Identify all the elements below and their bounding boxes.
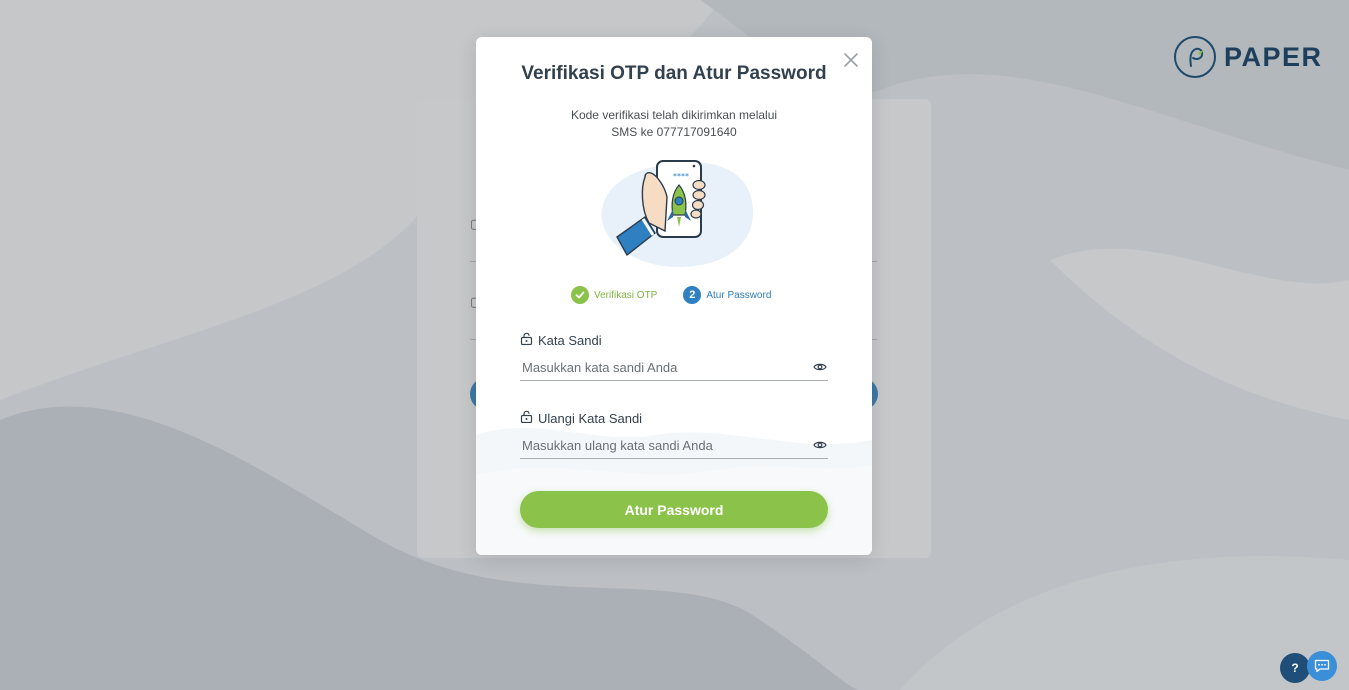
modal-title: Verifikasi OTP dan Atur Password — [521, 63, 827, 84]
step-number-badge: 2 — [683, 286, 702, 304]
confirm-password-field-group: Ulangi Kata Sandi — [520, 410, 828, 459]
password-input[interactable] — [520, 359, 812, 375]
confirm-password-input-row — [520, 432, 828, 459]
chat-icon[interactable] — [1307, 651, 1337, 681]
atur-password-button[interactable]: Atur Password — [520, 491, 828, 528]
step-verifikasi-otp: Verifikasi OTP — [571, 286, 657, 304]
paper-logo-icon — [1174, 36, 1216, 78]
description-line-1: Kode verifikasi telah dikirimkan melalui — [570, 108, 778, 122]
svg-text:****: **** — [673, 172, 689, 181]
lock-icon — [520, 332, 533, 348]
modal-description: Kode verifikasi telah dikirimkan melalui… — [516, 107, 832, 141]
step-1-label: Verifikasi OTP — [594, 289, 658, 301]
eye-icon[interactable] — [812, 437, 828, 453]
step-atur-password: 2 Atur Password — [683, 286, 771, 304]
progress-stepper: Verifikasi OTP 2 Atur Password — [571, 286, 771, 304]
eye-icon[interactable] — [812, 359, 828, 375]
password-label: Kata Sandi — [520, 332, 828, 348]
page: PAPER ▢ ▢ Verifikasi OTP dan Atur Passwo… — [0, 0, 1349, 690]
step-2-label: Atur Password — [706, 289, 772, 301]
password-field-group: Kata Sandi — [520, 332, 828, 381]
brand-logo: PAPER — [1174, 36, 1323, 78]
help-button[interactable]: ? — [1280, 653, 1310, 683]
description-line-2: SMS ke 077717091640 — [611, 125, 737, 139]
confirm-password-input[interactable] — [520, 437, 812, 453]
password-input-row — [520, 354, 828, 381]
brand-name: PAPER — [1224, 41, 1323, 72]
help-widget: ? — [1280, 651, 1340, 685]
phone-otp-rocket-illustration: **** — [601, 160, 754, 268]
confirm-password-label-text: Ulangi Kata Sandi — [538, 410, 643, 426]
otp-password-modal: Verifikasi OTP dan Atur Password Kode ve… — [476, 37, 872, 555]
lock-icon — [520, 410, 533, 426]
check-circle-icon — [571, 286, 589, 304]
password-label-text: Kata Sandi — [538, 332, 602, 348]
confirm-password-label: Ulangi Kata Sandi — [520, 410, 828, 426]
